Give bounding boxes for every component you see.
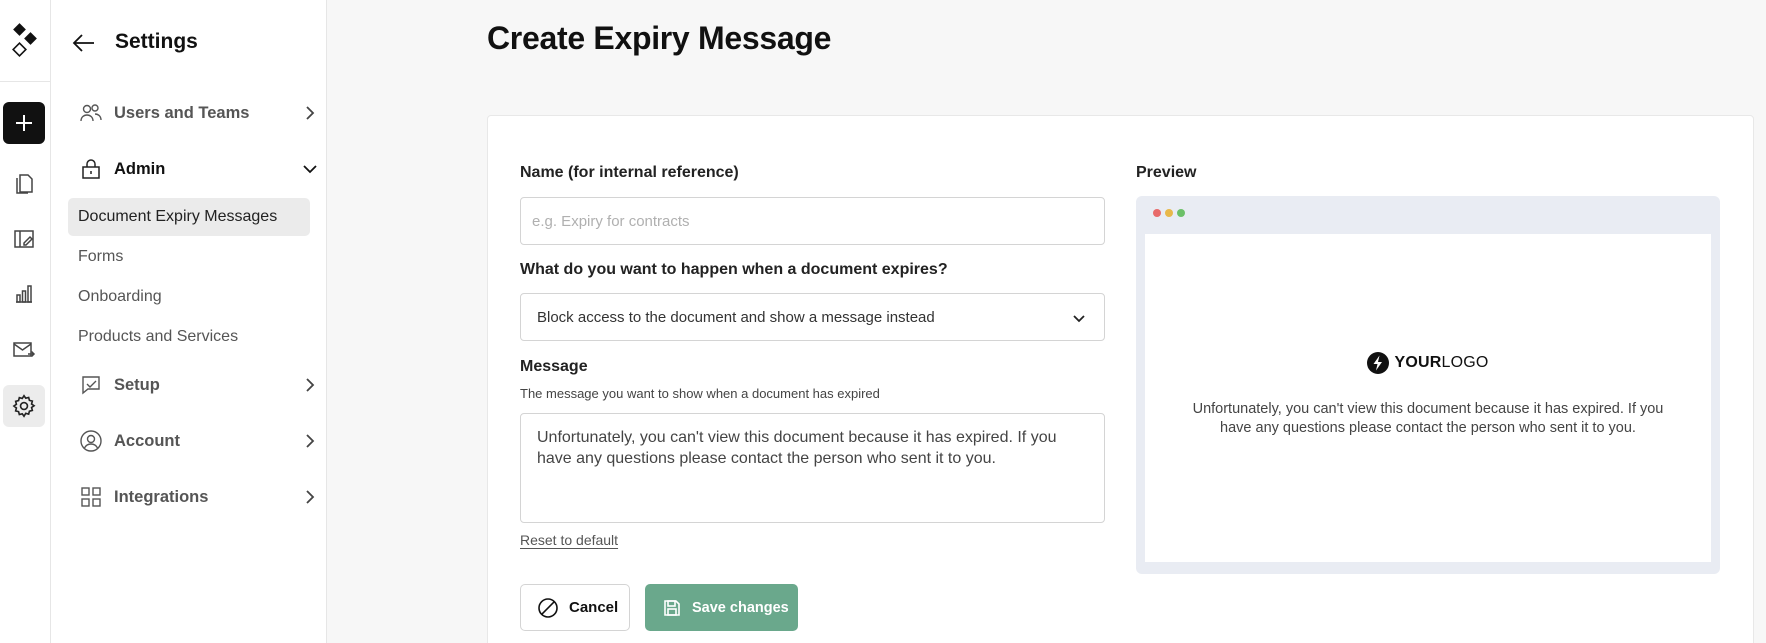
sidebar-title: Settings bbox=[115, 30, 198, 53]
settings-sidebar: Settings Users and Teams Admin Document … bbox=[51, 0, 327, 643]
sidebar-group-account[interactable]: Account bbox=[79, 426, 319, 456]
cancel-icon bbox=[538, 597, 558, 618]
window-dot-red bbox=[1153, 209, 1161, 217]
chevron-down-icon bbox=[1073, 315, 1085, 323]
sidebar-item-document-expiry-messages[interactable]: Document Expiry Messages bbox=[68, 198, 310, 236]
app-logo-icon[interactable] bbox=[8, 22, 42, 62]
setup-icon bbox=[82, 376, 100, 395]
rail-documents[interactable] bbox=[3, 163, 45, 205]
sidebar-group-admin[interactable]: Admin bbox=[79, 154, 319, 184]
cancel-button[interactable]: Cancel bbox=[520, 584, 630, 631]
icon-rail bbox=[0, 0, 51, 643]
logo-text-bold: YOUR bbox=[1394, 354, 1442, 371]
rail-reports[interactable] bbox=[3, 273, 45, 315]
chevron-down-icon bbox=[303, 165, 317, 174]
users-icon bbox=[80, 104, 102, 122]
sidebar-group-setup[interactable]: Setup bbox=[79, 370, 319, 400]
chevron-right-icon bbox=[306, 378, 315, 392]
rail-settings[interactable] bbox=[3, 385, 45, 427]
sidebar-group-users-and-teams[interactable]: Users and Teams bbox=[79, 98, 319, 128]
sidebar-group-label: Integrations bbox=[114, 487, 209, 506]
sidebar-group-label: Admin bbox=[114, 159, 166, 178]
message-hint: The message you want to show when a docu… bbox=[520, 386, 880, 401]
lock-icon bbox=[82, 159, 100, 179]
rail-divider bbox=[0, 81, 51, 82]
chevron-right-icon bbox=[306, 490, 315, 504]
chevron-right-icon bbox=[306, 434, 315, 448]
logo-text-light: LOGO bbox=[1441, 354, 1489, 371]
preview-logo: YOURLOGO bbox=[1145, 352, 1711, 374]
bar-chart-icon bbox=[16, 285, 32, 303]
window-dot-green bbox=[1177, 209, 1185, 217]
sidebar-group-label: Account bbox=[114, 431, 180, 450]
window-dot-yellow bbox=[1165, 209, 1173, 217]
sidebar-item-forms[interactable]: Forms bbox=[68, 238, 310, 276]
preview-screen: YOURLOGO Unfortunately, you can't view t… bbox=[1145, 234, 1711, 562]
expiry-action-select[interactable]: Block access to the document and show a … bbox=[520, 293, 1105, 341]
save-changes-button[interactable]: Save changes bbox=[645, 584, 798, 631]
sidebar-group-integrations[interactable]: Integrations bbox=[79, 482, 319, 512]
chevron-right-icon bbox=[306, 106, 315, 120]
sidebar-group-label: Users and Teams bbox=[114, 103, 250, 122]
rail-templates[interactable] bbox=[3, 218, 45, 260]
message-textarea[interactable]: Unfortunately, you can't view this docum… bbox=[520, 413, 1105, 523]
expiry-action-value: Block access to the document and show a … bbox=[537, 308, 935, 326]
save-icon bbox=[664, 599, 680, 616]
name-label: Name (for internal reference) bbox=[520, 164, 739, 181]
account-icon bbox=[80, 430, 102, 452]
template-edit-icon bbox=[14, 230, 34, 248]
save-label: Save changes bbox=[692, 599, 789, 616]
documents-icon bbox=[16, 174, 33, 194]
message-label: Message bbox=[520, 358, 588, 375]
preview-window: YOURLOGO Unfortunately, you can't view t… bbox=[1136, 196, 1720, 574]
cancel-label: Cancel bbox=[569, 599, 619, 616]
rail-mail[interactable] bbox=[3, 329, 45, 371]
gear-icon bbox=[12, 394, 36, 418]
lightning-bolt-icon bbox=[1367, 352, 1390, 374]
mail-send-icon bbox=[13, 342, 36, 358]
back-arrow-icon[interactable] bbox=[71, 30, 97, 56]
preview-label: Preview bbox=[1136, 164, 1197, 181]
sidebar-item-products-and-services[interactable]: Products and Services bbox=[68, 318, 310, 356]
action-label: What do you want to happen when a docume… bbox=[520, 261, 948, 278]
create-new-button[interactable] bbox=[3, 102, 45, 144]
grid-icon bbox=[81, 487, 101, 507]
preview-message: Unfortunately, you can't view this docum… bbox=[1192, 401, 1664, 436]
sidebar-item-onboarding[interactable]: Onboarding bbox=[68, 278, 310, 316]
name-input[interactable] bbox=[520, 197, 1105, 245]
reset-to-default-link[interactable]: Reset to default bbox=[520, 532, 618, 548]
page-title: Create Expiry Message bbox=[487, 20, 832, 56]
sidebar-group-label: Setup bbox=[114, 375, 160, 394]
